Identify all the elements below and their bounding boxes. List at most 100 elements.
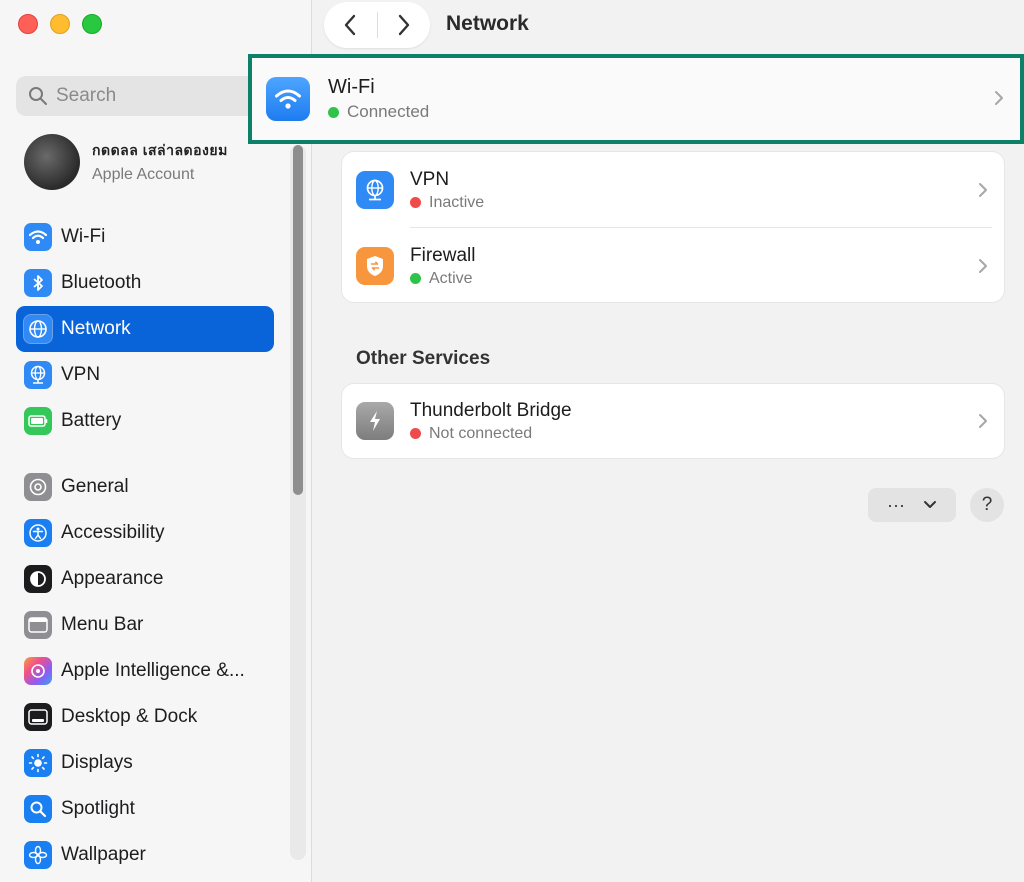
appearance-icon (24, 565, 52, 593)
help-icon: ? (981, 494, 993, 515)
sidebar-item-bluetooth[interactable]: Bluetooth (16, 260, 274, 306)
chevron-right-icon (995, 91, 1003, 105)
sidebar-item-wallpaper[interactable]: Wallpaper (16, 832, 274, 878)
history-nav (324, 2, 430, 48)
battery-icon (24, 407, 52, 435)
back-button[interactable] (324, 2, 377, 48)
accessibility-icon (24, 519, 52, 547)
other-services-card: Thunderbolt Bridge Not connected (342, 384, 1004, 458)
search-placeholder: Search (56, 85, 117, 106)
firewall-title: Firewall (410, 244, 476, 266)
sidebar-item-label: Wi-Fi (61, 226, 106, 247)
firewall-status: Active (410, 270, 475, 288)
status-dot-connected (328, 106, 339, 118)
sidebar-item-appearance[interactable]: Appearance (16, 556, 274, 602)
help-button[interactable]: ? (970, 488, 1004, 522)
chevron-right-icon (398, 14, 409, 36)
status-dot-not-connected (410, 428, 421, 439)
sidebar-item-battery[interactable]: Battery (16, 398, 274, 444)
sidebar-scrollbar[interactable] (290, 145, 306, 860)
vpn-status-text: Inactive (429, 193, 485, 211)
sidebar-item-vpn[interactable]: VPN (16, 352, 274, 398)
chevron-right-icon (979, 259, 987, 273)
sidebar-group-connectivity: Wi-Fi Bluetooth Network VPN Battery (16, 214, 274, 444)
wifi-title: Wi-Fi (328, 76, 375, 98)
sidebar-item-label: Spotlight (61, 798, 135, 819)
sun-icon (24, 749, 52, 777)
sidebar-item-wifi[interactable]: Wi-Fi (16, 214, 274, 260)
apple-account-item[interactable]: กดดลล เสล่าลดองยม Apple Account (24, 134, 228, 190)
sidebar-item-label: Appearance (61, 568, 164, 589)
sidebar-item-network[interactable]: Network (16, 306, 274, 352)
vpn-globe-icon (356, 171, 394, 209)
menubar-icon (24, 611, 52, 639)
status-dot-active (410, 273, 421, 284)
wifi-status-text: Connected (347, 102, 430, 121)
sidebar-item-label: Apple Intelligence &... (61, 660, 245, 681)
thunderbolt-status: Not connected (410, 425, 572, 443)
chevron-down-icon (923, 501, 936, 508)
thunderbolt-status-text: Not connected (429, 424, 533, 442)
window-controls (18, 14, 102, 34)
gear-icon (24, 473, 52, 501)
sidebar-item-label: Bluetooth (61, 272, 142, 293)
globe-icon (24, 315, 52, 343)
close-window-button[interactable] (18, 14, 38, 34)
security-services-card: VPN Inactive Firewall Active (342, 152, 1004, 302)
zoom-window-button[interactable] (82, 14, 102, 34)
thunderbolt-title: Thunderbolt Bridge (410, 399, 572, 421)
system-settings-window: Search กดดลล เสล่าลดองยม Apple Account W… (0, 0, 1024, 882)
sidebar-item-general[interactable]: General (16, 464, 274, 510)
sidebar-item-label: VPN (61, 364, 101, 385)
chevron-right-icon (979, 414, 987, 428)
magnifier-icon (24, 795, 52, 823)
vpn-status: Inactive (410, 194, 484, 212)
apple-intelligence-icon (24, 657, 52, 685)
sidebar-item-label: Network (61, 318, 131, 339)
wifi-row[interactable]: Wi-Fi Connected (248, 54, 1024, 144)
chevron-right-icon (979, 183, 987, 197)
sidebar-item-spotlight[interactable]: Spotlight (16, 786, 274, 832)
sidebar-item-desktop-dock[interactable]: Desktop & Dock (16, 694, 274, 740)
wifi-status: Connected (328, 102, 429, 122)
chevron-left-icon (345, 14, 356, 36)
ellipsis-icon: ··· (887, 494, 905, 515)
wifi-icon (24, 223, 52, 251)
row-divider (410, 227, 992, 228)
sidebar-item-label: Wallpaper (61, 844, 146, 865)
account-name: กดดลล เสล่าลดองยม (92, 142, 228, 158)
wifi-icon (266, 77, 310, 121)
vpn-row[interactable]: VPN Inactive (342, 168, 1004, 212)
sidebar-item-label: General (61, 476, 129, 497)
status-dot-inactive (410, 197, 421, 208)
firewall-status-text: Active (429, 269, 473, 287)
sidebar-item-accessibility[interactable]: Accessibility (16, 510, 274, 556)
sidebar-item-label: Displays (61, 752, 133, 773)
avatar (24, 134, 80, 190)
main-pane: Network Wi-Fi Connected VPN Inactive Fir… (248, 0, 1024, 882)
sidebar-group-system: General Accessibility Appearance Menu Ba… (16, 464, 274, 878)
sidebar-item-label: Battery (61, 410, 122, 431)
search-icon (29, 87, 47, 105)
vpn-globe-icon (24, 361, 52, 389)
thunderbolt-bridge-row[interactable]: Thunderbolt Bridge Not connected (342, 399, 1004, 443)
thunderbolt-icon (356, 402, 394, 440)
sidebar-item-apple-intelligence[interactable]: Apple Intelligence &... (16, 648, 274, 694)
vpn-title: VPN (410, 168, 450, 190)
forward-button[interactable] (377, 2, 430, 48)
sidebar-item-displays[interactable]: Displays (16, 740, 274, 786)
sidebar-item-menu-bar[interactable]: Menu Bar (16, 602, 274, 648)
sidebar-item-label: Accessibility (61, 522, 165, 543)
account-subtitle: Apple Account (92, 166, 195, 183)
firewall-shield-icon (356, 247, 394, 285)
firewall-row[interactable]: Firewall Active (342, 244, 1004, 288)
other-services-heading: Other Services (356, 348, 491, 369)
sidebar-item-label: Menu Bar (61, 614, 144, 635)
sidebar-item-label: Desktop & Dock (61, 706, 198, 727)
more-actions-button[interactable]: ··· (868, 488, 956, 522)
bluetooth-icon (24, 269, 52, 297)
page-title: Network (446, 12, 529, 35)
sidebar-scroll-thumb[interactable] (293, 145, 303, 495)
minimize-window-button[interactable] (50, 14, 70, 34)
dock-icon (24, 703, 52, 731)
